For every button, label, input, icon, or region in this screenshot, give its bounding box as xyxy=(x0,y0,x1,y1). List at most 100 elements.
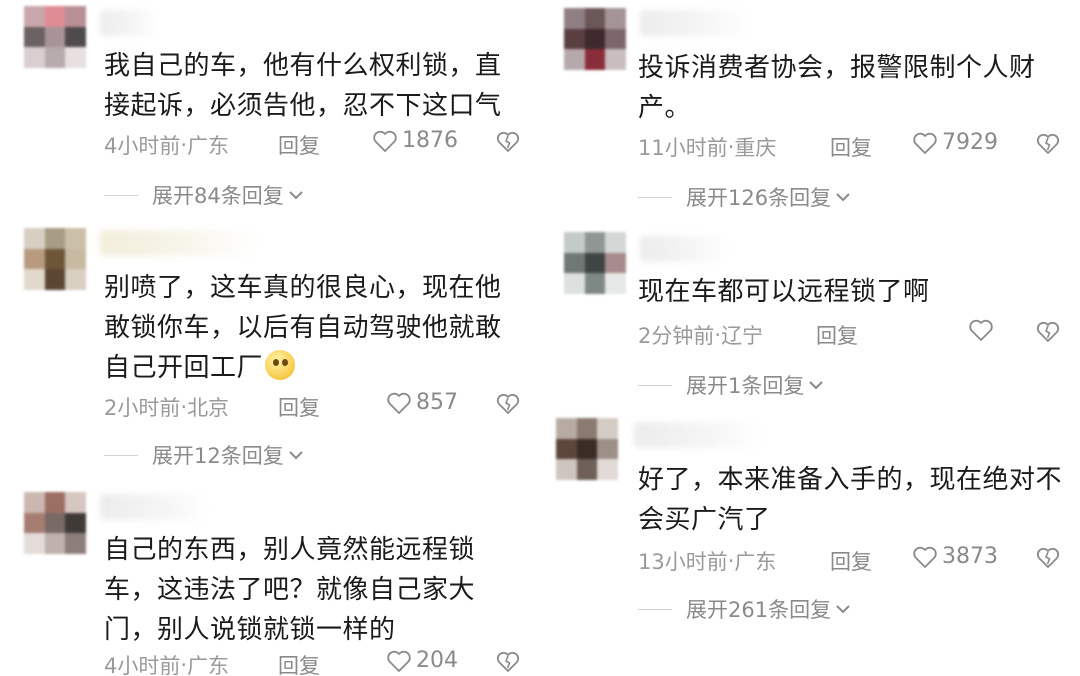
broken-heart-icon[interactable] xyxy=(1036,132,1060,156)
chevron-down-icon xyxy=(836,193,850,202)
comment-text: 别喷了，这车真的很良心，现在他敢锁你车，以后有自动驾驶他就敢自己开回工厂 xyxy=(104,268,524,388)
comment-location: 北京 xyxy=(187,396,230,420)
heart-outline-icon xyxy=(969,319,993,341)
username-blurred[interactable] xyxy=(640,236,730,262)
comment-location: 广东 xyxy=(187,134,230,158)
comment-time: 4小时前 xyxy=(104,654,181,676)
comment-meta: 2小时前 · 北京 xyxy=(104,392,229,422)
comment-item: 自己的东西，别人竟然能远程锁车，这违法了吧？就像自己家大门，别人说锁就锁一样的 … xyxy=(0,488,540,676)
like-count: 1876 xyxy=(402,128,458,153)
left-comment-column: 我自己的车，他有什么权利锁，直接起诉，必须告他，忍不下这口气 4小时前 · 广东… xyxy=(0,0,540,676)
expand-replies-button[interactable]: 展开126条回复 xyxy=(638,182,851,212)
avatar[interactable] xyxy=(564,8,626,70)
comment-meta: 2分钟前 · 辽宁 xyxy=(638,320,763,350)
like-count: 204 xyxy=(416,648,458,673)
chevron-down-icon xyxy=(289,451,303,460)
meta-separator: · xyxy=(727,135,735,159)
like-button[interactable]: 1876 xyxy=(372,128,458,153)
expand-replies-label: 展开84条回复 xyxy=(152,184,284,208)
chevron-down-icon xyxy=(836,605,850,614)
username-blurred[interactable] xyxy=(100,230,260,256)
meta-separator: · xyxy=(180,653,188,676)
comment-text: 现在车都可以远程锁了啊 xyxy=(638,277,930,307)
reply-button[interactable]: 回复 xyxy=(278,392,320,422)
comment-text: 好了，本来准备入手的，现在绝对不会买广汽了 xyxy=(638,465,1063,535)
reply-button[interactable]: 回复 xyxy=(830,546,872,576)
emoji-icon xyxy=(265,350,296,380)
like-count: 857 xyxy=(416,390,458,415)
comment-item: 投诉消费者协会，报警限制个人财产。 11小时前 · 重庆 回复 7929 展开1… xyxy=(540,0,1080,226)
expand-replies-label: 展开12条回复 xyxy=(152,444,284,468)
avatar[interactable] xyxy=(564,232,626,294)
heart-outline-icon xyxy=(387,392,411,414)
comment-text-content: 别喷了，这车真的很良心，现在他敢锁你车，以后有自动驾驶他就敢自己开回工厂 xyxy=(104,273,502,383)
comment-time: 4小时前 xyxy=(104,134,181,158)
like-button[interactable]: 3873 xyxy=(912,544,998,569)
comment-text: 投诉消费者协会，报警限制个人财产。 xyxy=(638,53,1036,123)
avatar[interactable] xyxy=(24,492,86,554)
comment-item: 好了，本来准备入手的，现在绝对不会买广汽了 13小时前 · 广东 回复 3873… xyxy=(540,412,1080,676)
right-comment-column: 投诉消费者协会，报警限制个人财产。 11小时前 · 重庆 回复 7929 展开1… xyxy=(540,0,1080,676)
meta-separator: · xyxy=(180,395,188,419)
reply-button[interactable]: 回复 xyxy=(278,650,320,676)
like-button[interactable]: 857 xyxy=(386,390,458,415)
comment-item: 别喷了，这车真的很良心，现在他敢锁你车，以后有自动驾驶他就敢自己开回工厂 2小时… xyxy=(0,220,540,488)
broken-heart-icon[interactable] xyxy=(1036,320,1060,344)
broken-heart-icon[interactable] xyxy=(496,392,520,416)
divider-line xyxy=(638,384,672,386)
comment-time: 13小时前 xyxy=(638,550,728,574)
heart-outline-icon xyxy=(913,546,937,568)
broken-heart-icon[interactable] xyxy=(496,650,520,674)
avatar[interactable] xyxy=(24,228,86,290)
meta-separator: · xyxy=(180,133,188,157)
comment-text: 我自己的车，他有什么权利锁，直接起诉，必须告他，忍不下这口气 xyxy=(104,51,502,121)
avatar[interactable] xyxy=(24,6,86,68)
comment-meta: 13小时前 · 广东 xyxy=(638,546,776,576)
heart-outline-icon xyxy=(913,132,937,154)
username-blurred[interactable] xyxy=(100,494,210,520)
expand-replies-button[interactable]: 展开12条回复 xyxy=(104,440,304,470)
meta-separator: · xyxy=(714,323,722,347)
comment-meta: 4小时前 · 广东 xyxy=(104,650,229,676)
chevron-down-icon xyxy=(809,381,824,390)
heart-outline-icon xyxy=(387,650,411,672)
heart-outline-icon xyxy=(373,130,397,152)
broken-heart-icon[interactable] xyxy=(1036,546,1060,570)
divider-line xyxy=(638,608,672,610)
comment-time: 2分钟前 xyxy=(638,324,715,348)
divider-line xyxy=(104,454,138,456)
comment-location: 广东 xyxy=(734,550,777,574)
like-count: 3873 xyxy=(942,544,998,569)
expand-replies-button[interactable]: 展开1条回复 xyxy=(638,370,824,400)
username-blurred[interactable] xyxy=(100,10,160,36)
reply-button[interactable]: 回复 xyxy=(816,320,858,350)
divider-line xyxy=(104,194,138,196)
comment-item: 现在车都可以远程锁了啊 2分钟前 · 辽宁 回复 展开1条回复 xyxy=(540,226,1080,412)
broken-heart-icon[interactable] xyxy=(496,130,520,154)
comment-location: 辽宁 xyxy=(721,324,764,348)
like-button[interactable]: 7929 xyxy=(912,130,998,155)
comment-meta: 4小时前 · 广东 xyxy=(104,130,229,160)
username-blurred[interactable] xyxy=(640,10,750,36)
reply-button[interactable]: 回复 xyxy=(830,132,872,162)
expand-replies-label: 展开1条回复 xyxy=(686,374,805,398)
expand-replies-label: 展开261条回复 xyxy=(686,598,832,622)
like-count: 7929 xyxy=(942,130,998,155)
comment-location: 广东 xyxy=(187,654,230,676)
expand-replies-button[interactable]: 展开261条回复 xyxy=(638,594,851,624)
comment-time: 2小时前 xyxy=(104,396,181,420)
comment-location: 重庆 xyxy=(734,136,777,160)
chevron-down-icon xyxy=(289,191,303,200)
comment-meta: 11小时前 · 重庆 xyxy=(638,132,776,162)
avatar[interactable] xyxy=(556,418,618,480)
comment-time: 11小时前 xyxy=(638,136,728,160)
username-blurred[interactable] xyxy=(634,422,764,448)
comment-text: 自己的东西，别人竟然能远程锁车，这违法了吧？就像自己家大门，别人说锁就锁一样的 xyxy=(104,535,476,645)
comment-item: 我自己的车，他有什么权利锁，直接起诉，必须告他，忍不下这口气 4小时前 · 广东… xyxy=(0,0,540,220)
like-button[interactable] xyxy=(968,318,998,342)
reply-button[interactable]: 回复 xyxy=(278,130,320,160)
expand-replies-button[interactable]: 展开84条回复 xyxy=(104,180,304,210)
meta-separator: · xyxy=(727,549,735,573)
expand-replies-label: 展开126条回复 xyxy=(686,186,832,210)
like-button[interactable]: 204 xyxy=(386,648,458,673)
